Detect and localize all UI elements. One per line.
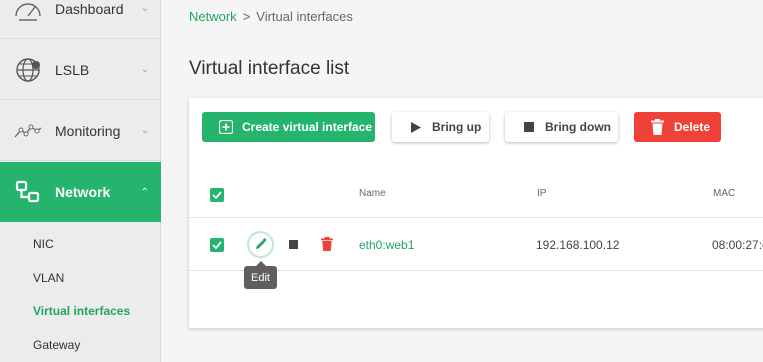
delete-button[interactable]: Delete: [634, 112, 721, 142]
row-ip: 192.168.100.12: [536, 238, 620, 252]
sidebar-item-label: Network: [55, 184, 111, 200]
sidebar-item-network[interactable]: Network ⌃: [0, 162, 161, 222]
sidebar: Dashboard ⌄ LSLB ⌄ Monitoring ⌄ Network …: [0, 0, 161, 362]
virtual-interface-card: Create virtual interface Bring up Bring …: [189, 98, 763, 328]
sidebar-subitem-virtual-interfaces[interactable]: Virtual interfaces: [33, 304, 130, 318]
header-divider: [189, 217, 763, 218]
page-title: Virtual interface list: [189, 58, 350, 79]
play-icon: [411, 122, 421, 133]
chevron-down-icon: ⌄: [140, 3, 149, 14]
select-all-checkbox[interactable]: [210, 188, 224, 202]
edit-tooltip: Edit: [244, 261, 277, 289]
add-icon: [219, 120, 233, 134]
edit-button[interactable]: [249, 233, 272, 256]
sidebar-item-lslb[interactable]: LSLB ⌄: [0, 40, 161, 100]
bring-up-label: Bring up: [432, 120, 482, 134]
sidebar-subitem-vlan[interactable]: VLAN: [33, 271, 64, 285]
create-virtual-interface-button[interactable]: Create virtual interface: [202, 112, 375, 142]
trash-icon: [651, 119, 664, 135]
network-icon: [13, 177, 43, 207]
breadcrumb-link-network[interactable]: Network: [189, 9, 237, 24]
breadcrumb: Network > Virtual interfaces: [189, 9, 353, 24]
chevron-down-icon: ⌄: [140, 125, 149, 136]
sidebar-item-label: Dashboard: [55, 0, 124, 17]
row-mac: 08:00:27:c: [712, 238, 763, 252]
sidebar-subitem-gateway[interactable]: Gateway: [33, 338, 80, 352]
breadcrumb-separator: >: [242, 9, 251, 24]
column-header-mac[interactable]: MAC: [713, 188, 735, 199]
trash-icon[interactable]: [321, 237, 333, 251]
monitoring-icon: [13, 116, 43, 146]
tooltip-text: Edit: [251, 271, 270, 284]
breadcrumb-current: Virtual interfaces: [256, 9, 353, 24]
globe-icon: [13, 55, 43, 85]
stop-icon: [524, 122, 534, 132]
sidebar-item-monitoring[interactable]: Monitoring ⌄: [0, 101, 161, 161]
chevron-up-icon: ⌃: [140, 186, 149, 198]
sidebar-subitem-nic[interactable]: NIC: [33, 237, 54, 251]
stop-icon[interactable]: [289, 240, 298, 249]
sidebar-item-label: Monitoring: [55, 122, 121, 139]
chevron-down-icon: ⌄: [140, 64, 149, 75]
sidebar-item-dashboard[interactable]: Dashboard ⌄: [0, 0, 161, 39]
gauge-icon: [13, 0, 43, 24]
column-header-name[interactable]: Name: [359, 188, 386, 199]
bring-down-button[interactable]: Bring down: [505, 112, 618, 142]
delete-label: Delete: [674, 120, 711, 134]
create-button-label: Create virtual interface: [242, 120, 373, 134]
row-checkbox[interactable]: [210, 238, 224, 252]
bring-down-label: Bring down: [545, 120, 611, 134]
sidebar-item-label: LSLB: [55, 61, 90, 78]
bring-up-button[interactable]: Bring up: [392, 112, 489, 142]
pencil-icon: [256, 238, 267, 249]
row-name-link[interactable]: eth0:web1: [359, 238, 414, 252]
column-header-ip[interactable]: IP: [537, 188, 546, 199]
